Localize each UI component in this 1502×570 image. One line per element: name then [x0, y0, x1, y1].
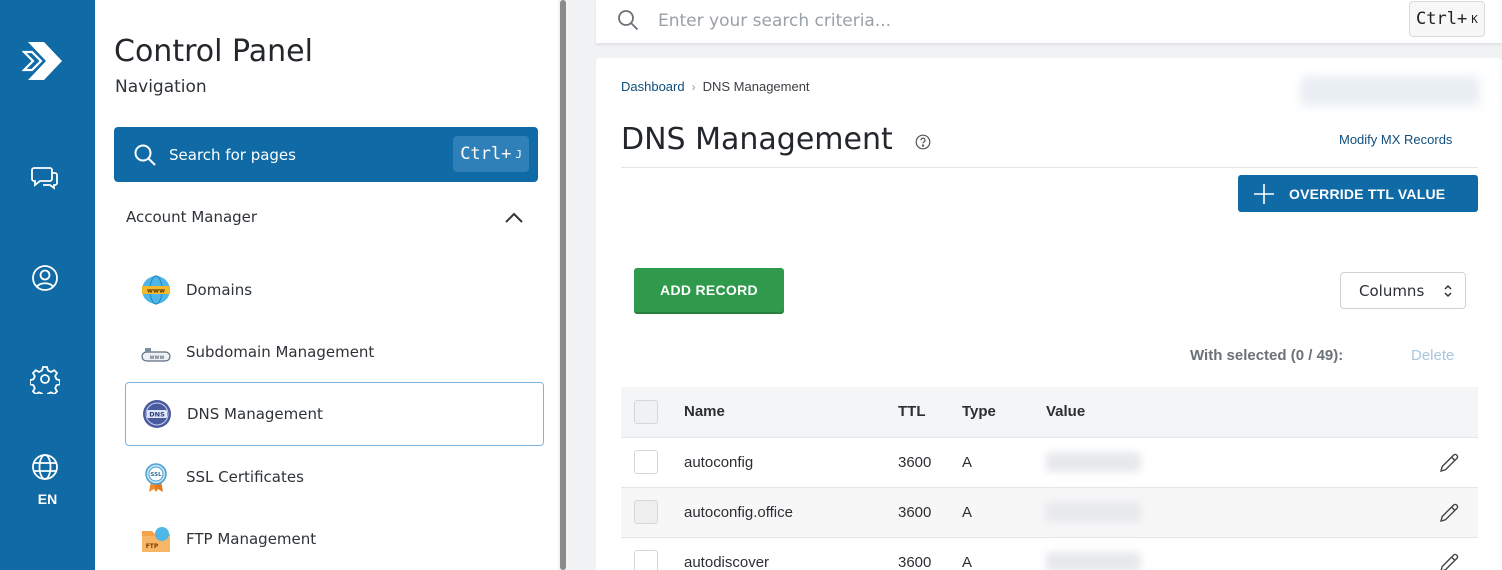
- record-name: autoconfig.office: [684, 504, 793, 521]
- global-search-input[interactable]: [658, 6, 1258, 36]
- breadcrumb-dashboard-link[interactable]: Dashboard: [621, 79, 685, 94]
- table-row[interactable]: autoconfig.office 3600 A: [621, 487, 1478, 537]
- breadcrumb-separator-icon: ›: [691, 79, 696, 94]
- column-header-name[interactable]: Name: [684, 403, 725, 420]
- divider: [621, 167, 1478, 168]
- breadcrumb-current: DNS Management: [702, 79, 810, 94]
- column-header-ttl[interactable]: TTL: [898, 403, 926, 420]
- svg-text:SSL: SSL: [150, 472, 162, 478]
- record-name: autodiscover: [684, 554, 770, 570]
- table-header: Name TTL Type Value: [621, 387, 1478, 437]
- plus-icon: [1254, 183, 1274, 204]
- page-search-label: Search for pages: [169, 145, 296, 164]
- delete-button[interactable]: Delete: [1411, 347, 1454, 364]
- columns-select[interactable]: Columns: [1340, 272, 1466, 309]
- ssl-badge-icon: SSL: [145, 463, 167, 492]
- nav-item-subdomain-management[interactable]: www Subdomain Management: [125, 320, 544, 384]
- columns-label: Columns: [1359, 281, 1425, 300]
- logo-icon[interactable]: [22, 38, 68, 84]
- record-ttl: 3600: [898, 554, 932, 570]
- page-search-button[interactable]: Search for pages Ctrl+ J: [114, 127, 538, 182]
- row-checkbox[interactable]: [634, 500, 658, 524]
- search-icon: [134, 144, 156, 166]
- navigation-panel: Control Panel Navigation Search for page…: [95, 0, 558, 570]
- icon-rail: EN: [0, 0, 95, 570]
- table-row[interactable]: autoconfig 3600 A: [621, 437, 1478, 487]
- record-value-redacted: [1046, 502, 1141, 522]
- help-icon[interactable]: [915, 134, 931, 150]
- column-header-type[interactable]: Type: [962, 403, 996, 420]
- nav-item-dns-management[interactable]: DNS DNS Management: [125, 382, 544, 446]
- nav-item-label: Domains: [186, 281, 253, 299]
- pencil-edit-icon[interactable]: [1437, 501, 1461, 525]
- nav-item-label: FTP Management: [186, 530, 317, 548]
- nav-item-label: Subdomain Management: [186, 343, 375, 361]
- nav-scrollbar[interactable]: [558, 0, 568, 570]
- language-label[interactable]: EN: [0, 491, 95, 507]
- row-checkbox[interactable]: [634, 550, 658, 570]
- override-ttl-button[interactable]: OVERRIDE TTL VALUE: [1238, 175, 1478, 212]
- record-name: autoconfig: [684, 454, 754, 471]
- search-icon: [618, 10, 639, 31]
- panel-subtitle: Navigation: [115, 77, 207, 97]
- account-manager-section[interactable]: Account Manager: [126, 208, 257, 226]
- select-all-checkbox[interactable]: [634, 400, 658, 424]
- record-type: A: [962, 504, 973, 521]
- pencil-edit-icon[interactable]: [1437, 551, 1461, 570]
- gear-icon[interactable]: [28, 362, 62, 396]
- global-search-bar: Ctrl+K: [596, 0, 1502, 44]
- record-type: A: [962, 554, 973, 570]
- panel-title: Control Panel: [114, 34, 313, 69]
- dns-records-table: Name TTL Type Value autoconfig 3600 A au…: [621, 387, 1478, 570]
- ftp-folder-icon: FTP: [142, 527, 170, 552]
- shortcut-badge: Ctrl+ K: [1409, 1, 1485, 37]
- record-value-redacted: [1046, 552, 1141, 570]
- dns-icon: DNS: [143, 400, 171, 428]
- nav-item-domains[interactable]: www Domains: [125, 258, 544, 322]
- blurred-header-button[interactable]: [1300, 76, 1480, 106]
- svg-text:FTP: FTP: [146, 543, 159, 550]
- globe-icon[interactable]: [28, 450, 62, 484]
- sort-updown-icon: [1444, 284, 1452, 298]
- chevron-up-icon[interactable]: [504, 210, 524, 224]
- modify-mx-records-link[interactable]: Modify MX Records: [1339, 132, 1452, 147]
- table-row[interactable]: autodiscover 3600 A: [621, 537, 1478, 570]
- nav-item-label: DNS Management: [187, 405, 323, 423]
- record-ttl: 3600: [898, 504, 932, 521]
- svg-text:www: www: [147, 287, 165, 295]
- shortcut-badge: Ctrl+ J: [453, 136, 529, 172]
- page-title: DNS Management: [621, 122, 893, 157]
- www-globe-icon: www: [142, 275, 170, 305]
- record-ttl: 3600: [898, 454, 932, 471]
- nav-item-ssl-certificates[interactable]: SSL SSL Certificates: [125, 445, 544, 509]
- user-icon[interactable]: [28, 261, 62, 295]
- with-selected-count: With selected (0 / 49):: [1190, 347, 1344, 364]
- row-checkbox[interactable]: [634, 450, 658, 474]
- subdomain-icon: www: [141, 348, 171, 362]
- add-record-button[interactable]: ADD RECORD: [634, 268, 784, 312]
- pencil-edit-icon[interactable]: [1437, 451, 1461, 475]
- svg-text:DNS: DNS: [149, 411, 165, 419]
- column-header-value[interactable]: Value: [1046, 403, 1085, 420]
- chat-icon[interactable]: [28, 160, 62, 194]
- breadcrumb: Dashboard › DNS Management: [621, 79, 810, 94]
- nav-item-ftp-management[interactable]: FTP FTP Management: [125, 507, 544, 570]
- record-value-redacted: [1046, 452, 1141, 472]
- svg-text:www: www: [150, 354, 165, 361]
- scrollbar-thumb[interactable]: [560, 0, 566, 570]
- override-ttl-label: OVERRIDE TTL VALUE: [1289, 185, 1446, 202]
- nav-item-label: SSL Certificates: [186, 468, 304, 486]
- main-content: Dashboard › DNS Management DNS Managemen…: [596, 58, 1502, 570]
- record-type: A: [962, 454, 973, 471]
